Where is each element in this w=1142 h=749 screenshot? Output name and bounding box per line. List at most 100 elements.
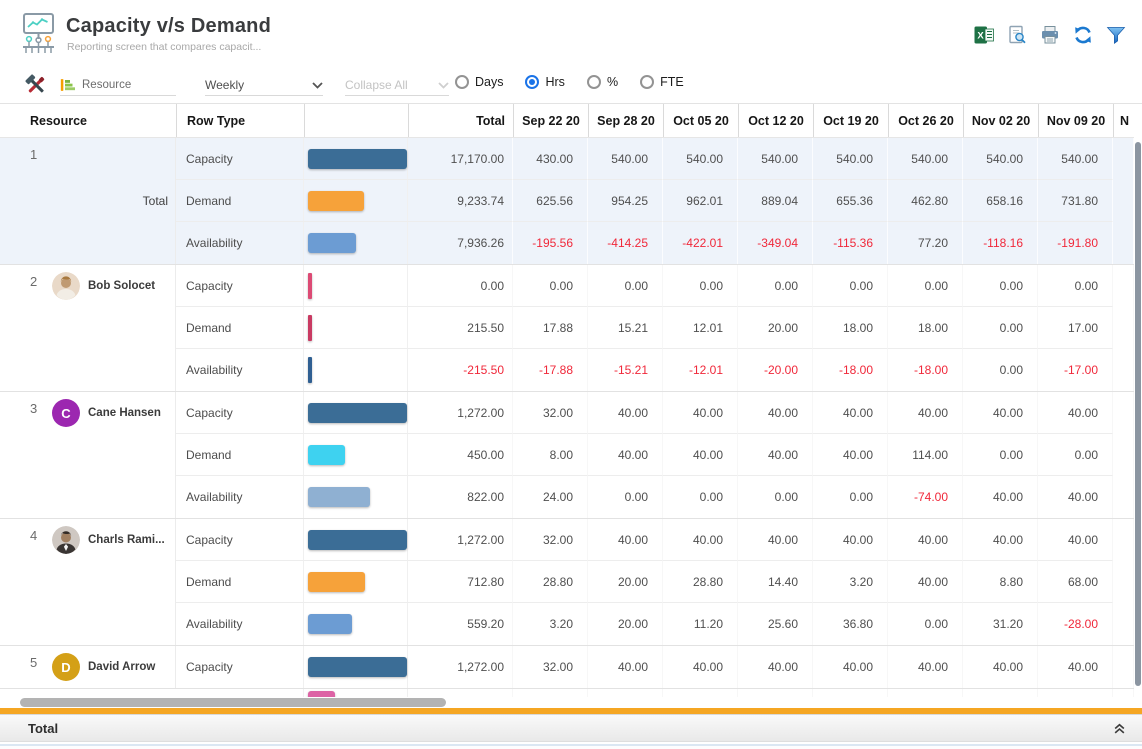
week-value: 0.00 bbox=[963, 349, 1038, 391]
week-value: 40.00 bbox=[963, 646, 1038, 688]
app-header: Capacity v/s Demand Reporting screen tha… bbox=[0, 0, 1142, 66]
total-value: 7,936.26 bbox=[408, 222, 513, 264]
week-value: 3.20 bbox=[513, 603, 588, 645]
filter-icon[interactable] bbox=[1105, 24, 1126, 45]
group-by-value: Resource bbox=[82, 79, 131, 91]
week-value: 889.04 bbox=[738, 180, 813, 222]
week-value: 32.00 bbox=[513, 392, 588, 434]
print-icon[interactable] bbox=[1039, 24, 1060, 45]
column-header-nov-09-20[interactable]: Nov 09 20 bbox=[1038, 104, 1113, 137]
resource-name: Cane Hansen bbox=[88, 407, 161, 419]
row-bar-cell bbox=[304, 646, 408, 688]
column-header-oct-19-20[interactable]: Oct 19 20 bbox=[813, 104, 888, 137]
row-bar-cell bbox=[304, 265, 408, 307]
partial-column-cell bbox=[1113, 476, 1134, 518]
resource-group-4: 4Charls Rami...Capacity1,272.0032.0040.0… bbox=[0, 519, 1134, 646]
week-value: 0.00 bbox=[663, 265, 738, 307]
radio-selected-icon[interactable] bbox=[525, 75, 539, 89]
week-value: 40.00 bbox=[888, 392, 963, 434]
week-value: 540.00 bbox=[738, 138, 813, 180]
row-bar bbox=[308, 191, 364, 211]
week-value: 32.00 bbox=[513, 519, 588, 561]
column-header-oct-26-20[interactable]: Oct 26 20 bbox=[888, 104, 963, 137]
week-value: 40.00 bbox=[813, 434, 888, 476]
column-header-sep-22-20[interactable]: Sep 22 20 bbox=[513, 104, 588, 137]
group-by-select[interactable]: Resource bbox=[60, 74, 176, 96]
week-value: 954.25 bbox=[588, 180, 663, 222]
column-header-row-type[interactable]: Row Type bbox=[176, 104, 304, 137]
radio-unselected-icon[interactable] bbox=[587, 75, 601, 89]
column-header-resource[interactable]: Resource bbox=[0, 104, 176, 137]
week-value: 0.00 bbox=[588, 265, 663, 307]
week-value: 962.01 bbox=[663, 180, 738, 222]
row-bar-cell bbox=[304, 476, 408, 518]
week-value: 18.00 bbox=[813, 307, 888, 349]
row-bar bbox=[308, 614, 352, 634]
group-index: 5 bbox=[30, 655, 37, 670]
row-type-label: Availability bbox=[176, 476, 304, 518]
week-value: 40.00 bbox=[663, 646, 738, 688]
collapse-all-value: Collapse All bbox=[345, 78, 408, 92]
week-value: 625.56 bbox=[513, 180, 588, 222]
double-chevron-up-icon[interactable] bbox=[1111, 720, 1128, 737]
print-preview-icon[interactable] bbox=[1006, 24, 1027, 45]
radio-unselected-icon[interactable] bbox=[455, 75, 469, 89]
collapse-all-select[interactable]: Collapse All bbox=[345, 74, 449, 96]
column-header-nov-02-20[interactable]: Nov 02 20 bbox=[963, 104, 1038, 137]
total-value: 712.80 bbox=[408, 561, 513, 603]
week-value: 40.00 bbox=[888, 519, 963, 561]
row-bar-cell bbox=[304, 349, 408, 391]
horizontal-scrollbar bbox=[0, 697, 1142, 708]
column-header-oct-12-20[interactable]: Oct 12 20 bbox=[738, 104, 813, 137]
week-value: 40.00 bbox=[813, 392, 888, 434]
table-header: ResourceRow TypeTotalSep 22 20Sep 28 20O… bbox=[0, 104, 1134, 138]
avatar-initial: C bbox=[52, 399, 80, 427]
unit-radio-hrs[interactable]: Hrs bbox=[525, 75, 564, 89]
svg-text:X: X bbox=[977, 30, 984, 41]
partial-column-cell bbox=[1113, 265, 1134, 307]
week-value: 18.00 bbox=[888, 307, 963, 349]
column-header-chart[interactable] bbox=[304, 104, 408, 137]
row-type-label: Availability bbox=[176, 222, 304, 264]
refresh-icon[interactable] bbox=[1072, 24, 1093, 45]
week-value: 0.00 bbox=[963, 307, 1038, 349]
row-bar-cell bbox=[304, 138, 408, 180]
week-value: -28.00 bbox=[1038, 603, 1113, 645]
total-value: 450.00 bbox=[408, 434, 513, 476]
week-value: -74.00 bbox=[888, 476, 963, 518]
week-value: 32.00 bbox=[513, 646, 588, 688]
radio-unselected-icon[interactable] bbox=[640, 75, 654, 89]
toolbar: Resource Weekly Collapse All Days Hrs% FTE bbox=[0, 66, 1142, 104]
settings-tools-icon[interactable] bbox=[24, 73, 48, 97]
resource-cell: 2Bob Solocet bbox=[0, 265, 176, 391]
unit-radio-fte[interactable]: FTE bbox=[640, 75, 684, 89]
total-value: 1,272.00 bbox=[408, 392, 513, 434]
horizontal-scrollbar-thumb[interactable] bbox=[20, 698, 446, 707]
resource-name: Bob Solocet bbox=[88, 280, 155, 292]
week-value: 40.00 bbox=[963, 519, 1038, 561]
resource-group-3: 3CCane HansenCapacity1,272.0032.0040.004… bbox=[0, 392, 1134, 519]
unit-radio-label: Hrs bbox=[545, 75, 564, 89]
unit-radio-group: Days Hrs% FTE bbox=[455, 75, 684, 89]
column-header-oct-05-20[interactable]: Oct 05 20 bbox=[663, 104, 738, 137]
table-body: 1TotalCapacity17,170.00430.00540.00540.0… bbox=[0, 138, 1134, 702]
excel-export-icon[interactable]: X bbox=[973, 24, 994, 45]
week-value: 40.00 bbox=[963, 476, 1038, 518]
column-header-n[interactable]: N bbox=[1113, 104, 1134, 137]
unit-radio-pct[interactable]: % bbox=[587, 75, 618, 89]
week-value: 20.00 bbox=[588, 561, 663, 603]
row-bar bbox=[308, 403, 407, 423]
page-title: Capacity v/s Demand bbox=[66, 15, 271, 38]
unit-radio-days[interactable]: Days bbox=[455, 75, 503, 89]
vertical-scrollbar-thumb[interactable] bbox=[1135, 142, 1141, 686]
week-value: 17.88 bbox=[513, 307, 588, 349]
partial-column-cell bbox=[1113, 434, 1134, 476]
column-header-total[interactable]: Total bbox=[408, 104, 513, 137]
row-bar bbox=[308, 357, 312, 383]
week-value: 40.00 bbox=[1038, 392, 1113, 434]
week-value: 40.00 bbox=[738, 434, 813, 476]
column-header-sep-28-20[interactable]: Sep 28 20 bbox=[588, 104, 663, 137]
period-select[interactable]: Weekly bbox=[205, 74, 323, 96]
resource-person: C Cane Hansen bbox=[52, 399, 161, 427]
group-index: 4 bbox=[30, 528, 37, 543]
